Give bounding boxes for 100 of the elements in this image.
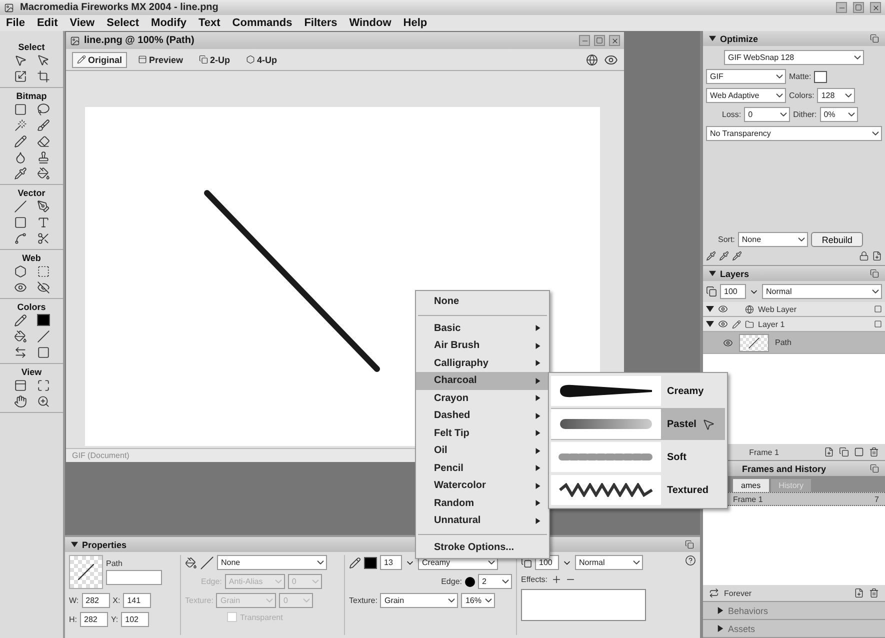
menu-item[interactable]: Basic xyxy=(416,320,549,337)
eye-icon[interactable] xyxy=(718,319,728,329)
add-icon[interactable] xyxy=(550,574,562,585)
menu-item[interactable]: Felt Tip xyxy=(416,424,549,442)
triangle-right-icon[interactable] xyxy=(717,625,724,632)
menu-item[interactable]: Creamy xyxy=(551,375,725,407)
dropdown[interactable]: Grain xyxy=(380,593,458,608)
triangle-right-icon[interactable] xyxy=(717,607,724,614)
triangle-down-icon[interactable] xyxy=(709,270,716,277)
dropdown[interactable]: None xyxy=(738,232,808,247)
submenu-arrow-icon[interactable] xyxy=(535,378,541,384)
trash-icon[interactable] xyxy=(869,447,880,457)
input-field[interactable]: 282 xyxy=(80,612,108,627)
menu-item[interactable]: Crayon xyxy=(416,390,549,407)
input-field[interactable]: 141 xyxy=(123,593,152,608)
arrow-pointer-icon[interactable] xyxy=(14,54,26,67)
dropdown[interactable]: 0% xyxy=(820,107,858,122)
menu-item[interactable]: Window xyxy=(349,17,392,29)
submenu-arrow-icon[interactable] xyxy=(535,482,541,489)
menu-item[interactable]: Pencil xyxy=(416,460,549,477)
eyedropper-icon[interactable] xyxy=(14,167,26,180)
dropdown[interactable]: GIF xyxy=(706,69,786,84)
input-field[interactable]: 13 xyxy=(380,555,402,570)
menu-item[interactable]: Soft xyxy=(551,441,725,473)
menu-item[interactable]: Dashed xyxy=(416,407,549,424)
menu-item[interactable]: Calligraphy xyxy=(416,354,549,372)
hand-icon[interactable] xyxy=(14,395,26,408)
curve-icon[interactable] xyxy=(14,232,26,245)
window-icon[interactable] xyxy=(138,55,148,64)
input-field[interactable]: 282 xyxy=(82,593,110,608)
pen-icon[interactable] xyxy=(36,200,50,213)
layer-row[interactable]: Web Layer xyxy=(703,302,885,317)
crop-icon[interactable] xyxy=(36,70,50,83)
menu-item[interactable]: Commands xyxy=(232,17,292,29)
view-tab[interactable]: Original xyxy=(72,52,128,68)
square-icon[interactable] xyxy=(36,346,50,359)
dropdown[interactable]: Normal xyxy=(762,284,882,299)
submenu-arrow-icon[interactable] xyxy=(535,342,541,349)
menu-item[interactable]: Modify xyxy=(151,17,186,29)
square-icon[interactable] xyxy=(14,103,26,116)
dropdown[interactable]: 16% xyxy=(461,593,496,608)
menu-item[interactable]: Text xyxy=(198,17,220,29)
color-swatch[interactable] xyxy=(364,556,377,568)
maximize-icon[interactable] xyxy=(36,379,50,392)
menu-item[interactable]: Oil xyxy=(416,442,549,460)
swap-icon[interactable] xyxy=(14,346,26,359)
menu-item[interactable]: Stroke Options... xyxy=(416,538,549,556)
triangle-down-icon[interactable] xyxy=(71,541,78,548)
menu-item[interactable]: Filters xyxy=(304,17,338,29)
submenu-arrow-icon[interactable] xyxy=(535,465,541,472)
panel-tab[interactable]: ames xyxy=(733,479,769,492)
lasso-icon[interactable] xyxy=(36,103,50,116)
view-tab[interactable]: Preview xyxy=(133,52,188,68)
pencil-icon[interactable] xyxy=(77,55,86,64)
menu-item[interactable]: Random xyxy=(416,494,549,512)
paint-bucket-icon[interactable] xyxy=(185,556,197,568)
dashed-square-icon[interactable] xyxy=(36,265,50,278)
menu-item[interactable]: File xyxy=(6,17,25,29)
view-tab[interactable]: 2-Up xyxy=(194,52,236,68)
loop-setting[interactable]: Forever xyxy=(724,588,752,598)
lock-icon[interactable] xyxy=(859,251,869,261)
menu-item[interactable]: Air Brush xyxy=(416,337,549,354)
color-swatch[interactable] xyxy=(36,314,50,326)
menu-item[interactable]: Charcoal xyxy=(416,372,549,390)
submenu-arrow-icon[interactable] xyxy=(535,360,541,366)
menu-item[interactable]: Unnatural xyxy=(416,512,549,530)
new-layer-icon[interactable] xyxy=(824,447,834,457)
no-color-icon[interactable] xyxy=(200,556,214,570)
eyedropper-plus-icon[interactable] xyxy=(719,251,729,261)
menu-item[interactable]: None xyxy=(416,293,549,310)
paint-bucket-icon[interactable] xyxy=(36,167,50,180)
eye-icon[interactable] xyxy=(718,304,728,314)
droplet-icon[interactable] xyxy=(14,151,26,164)
line-icon[interactable] xyxy=(36,330,50,343)
hexagon-icon[interactable] xyxy=(14,265,26,278)
dropdown[interactable]: 0 xyxy=(744,107,790,122)
brush-icon[interactable] xyxy=(36,119,50,132)
hollow-pointer-icon[interactable] xyxy=(36,54,50,67)
paint-bucket-icon[interactable] xyxy=(14,330,26,343)
matte-swatch[interactable] xyxy=(814,70,828,82)
dropdown[interactable]: GIF WebSnap 128 xyxy=(724,50,864,65)
eraser-icon[interactable] xyxy=(36,135,50,148)
view-tab[interactable]: 4-Up xyxy=(241,52,282,68)
submenu-arrow-icon[interactable] xyxy=(535,395,541,402)
pencil-icon[interactable] xyxy=(14,135,26,148)
input-field[interactable]: 100 xyxy=(720,284,746,299)
dropdown[interactable]: None xyxy=(217,555,327,570)
menu-item[interactable]: Edit xyxy=(36,17,58,29)
zoom-icon[interactable] xyxy=(36,395,50,408)
expand-toggle-icon[interactable] xyxy=(706,320,714,328)
eyedropper-icon[interactable] xyxy=(706,251,716,261)
dropdown[interactable]: Normal xyxy=(575,555,643,570)
eye-icon[interactable] xyxy=(14,281,26,294)
menu-item[interactable]: Help xyxy=(403,17,428,29)
dropdown[interactable]: Web Adaptive xyxy=(706,88,786,103)
dropdown[interactable]: No Transparency xyxy=(706,126,882,141)
submenu-arrow-icon[interactable] xyxy=(535,430,541,436)
scale-icon[interactable] xyxy=(14,70,26,83)
duplicate-icon[interactable] xyxy=(839,447,850,457)
square-icon[interactable] xyxy=(14,216,26,229)
